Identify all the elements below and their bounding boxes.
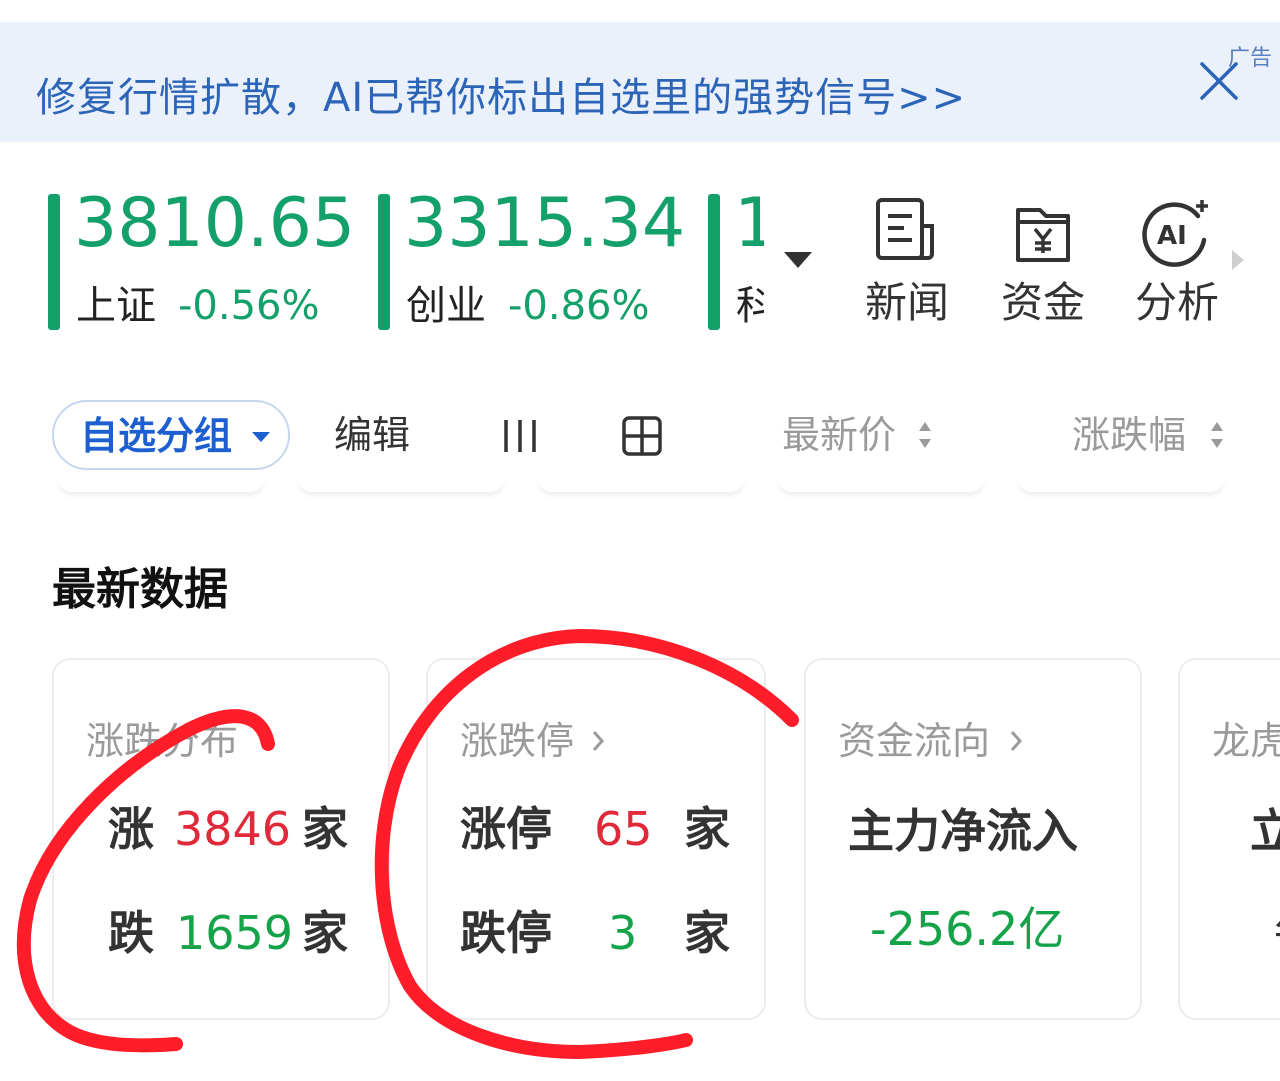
column-view-icon[interactable] xyxy=(498,414,542,458)
index-name: 科 xyxy=(736,283,764,329)
index-indicator-bar xyxy=(48,194,60,330)
limit-down-label: 跌停 xyxy=(460,906,552,960)
index-indicator-bar xyxy=(708,194,720,330)
tool-label: 新闻 xyxy=(864,278,949,327)
toolbar-shadow xyxy=(1018,478,1224,492)
grid-view-icon[interactable] xyxy=(620,414,664,458)
up-label: 涨 xyxy=(108,802,154,856)
index-change: -0.86% xyxy=(508,283,650,329)
card-title[interactable]: 涨跌停 xyxy=(460,722,574,760)
index-shanghai[interactable]: 3810.65 上证 -0.56% xyxy=(48,190,358,332)
ai-analysis-icon: AI xyxy=(1142,200,1208,267)
up-unit: 家 xyxy=(302,802,348,856)
card-title: 龙虎 xyxy=(1212,719,1280,763)
sort-change-pct[interactable]: 涨跌幅 xyxy=(1072,416,1186,454)
watchlist-group-button[interactable]: 自选分组 xyxy=(52,400,290,470)
chevron-right-icon xyxy=(592,731,605,751)
ad-banner[interactable]: 修复行情扩散，AI已帮你标出自选里的强势信号>> 广告 xyxy=(0,22,1280,142)
index-chinext[interactable]: 3315.34 创业 -0.86% xyxy=(378,190,688,332)
down-label: 跌 xyxy=(108,906,154,960)
main-net-inflow-value: -256.2亿 xyxy=(870,902,1065,956)
group-label: 自选分组 xyxy=(80,414,233,458)
toolbar-shadow xyxy=(58,478,264,492)
down-count: 1659 xyxy=(176,906,294,960)
news-button[interactable]: 新闻 xyxy=(852,196,962,336)
up-count: 3846 xyxy=(174,802,292,856)
sort-icon xyxy=(919,422,931,448)
limit-up-label: 涨停 xyxy=(460,802,552,856)
main-net-inflow-label: 主力净流入 xyxy=(848,804,1078,858)
fund-button[interactable]: 资金 xyxy=(988,196,1098,336)
chevron-right-icon xyxy=(1010,731,1023,751)
toolbar-shadow xyxy=(538,478,744,492)
toolbar-shadow xyxy=(778,478,984,492)
caret-down-icon xyxy=(252,432,270,442)
toolbar-shadow xyxy=(298,478,504,492)
card-dragon-tiger-clip: 龙虎 立 每 xyxy=(1178,658,1280,1020)
close-icon[interactable] xyxy=(1196,58,1242,104)
ai-analysis-button[interactable]: AI 分析 xyxy=(1122,196,1232,336)
svg-text:AI: AI xyxy=(1157,221,1187,251)
index-value: 3810.65 xyxy=(74,184,356,263)
index-indicator-bar xyxy=(378,194,390,330)
index-value: 3315.34 xyxy=(404,184,686,263)
card-title: 涨跌分布 xyxy=(86,719,239,763)
card-title[interactable]: 资金流向 xyxy=(838,722,990,760)
index-change: -0.56% xyxy=(178,283,320,329)
sort-latest-price[interactable]: 最新价 xyxy=(782,416,896,454)
limit-down-count: 3 xyxy=(608,906,638,960)
index-dropdown-icon[interactable] xyxy=(784,252,812,268)
chevron-right-icon[interactable] xyxy=(1232,250,1244,270)
news-icon xyxy=(876,198,934,260)
dragon-line-1: 立 xyxy=(1250,804,1280,858)
index-value: 1 xyxy=(734,190,764,263)
ad-text[interactable]: 修复行情扩散，AI已帮你标出自选里的强势信号>> xyxy=(36,78,966,118)
tool-label: 资金 xyxy=(1000,278,1085,327)
index-name: 创业 xyxy=(406,283,486,329)
index-name: 上证 xyxy=(76,283,156,329)
sort-icon xyxy=(1211,422,1223,448)
down-unit: 家 xyxy=(302,906,348,960)
edit-button[interactable]: 编辑 xyxy=(334,416,410,454)
section-title: 最新数据 xyxy=(52,564,228,615)
limit-up-count: 65 xyxy=(594,802,653,856)
limit-up-unit: 家 xyxy=(684,802,730,856)
dragon-line-2: 每 xyxy=(1274,910,1280,956)
tool-label: 分析 xyxy=(1134,278,1219,327)
limit-down-unit: 家 xyxy=(684,906,730,960)
index-star[interactable]: 1 科 xyxy=(708,190,764,332)
fund-icon xyxy=(1016,208,1070,262)
